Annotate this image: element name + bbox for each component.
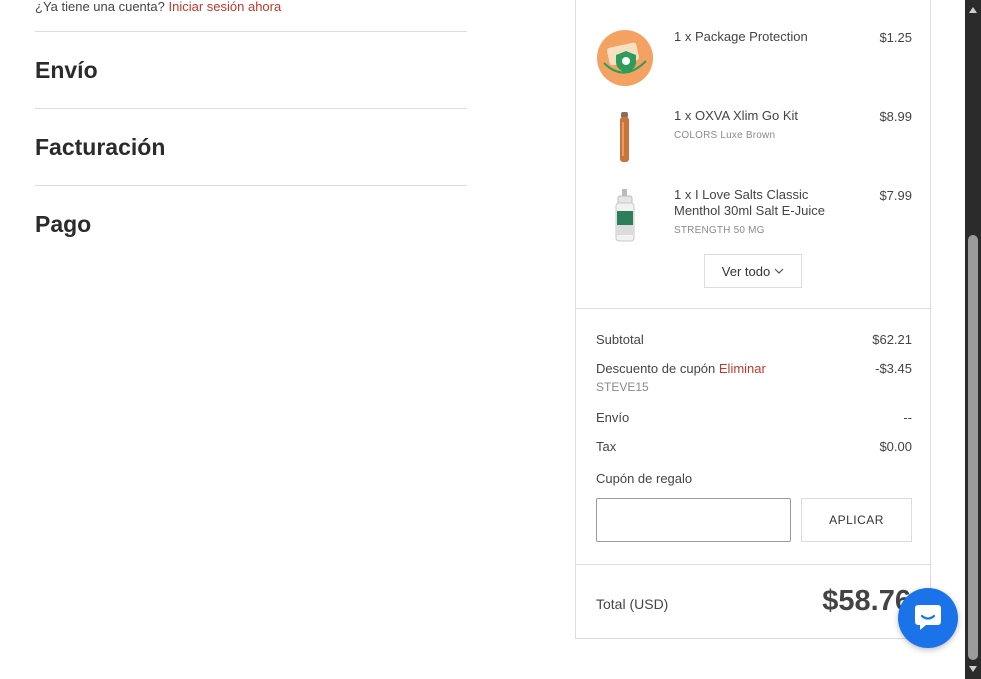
divider	[576, 564, 930, 565]
coupon-code: STEVE15	[596, 380, 649, 394]
item-name: 1 x I Love Salts Classic Menthol 30ml Sa…	[674, 187, 844, 239]
tax-value: $0.00	[879, 439, 912, 454]
scroll-down-arrow-icon[interactable]	[965, 661, 981, 677]
subtotal-label: Subtotal	[596, 332, 644, 347]
apply-coupon-button[interactable]: APLICAR	[801, 498, 912, 542]
divider	[576, 308, 930, 309]
gift-coupon-label: Cupón de regalo	[596, 471, 693, 486]
section-title-payment: Pago	[35, 210, 92, 237]
chat-button[interactable]	[898, 588, 958, 648]
item-variant: COLORS Luxe Brown	[674, 130, 776, 141]
section-payment[interactable]: Pago	[35, 186, 467, 262]
item-name: 1 x Package Protection	[674, 29, 808, 44]
remove-coupon-link[interactable]: Eliminar	[719, 361, 766, 376]
package-protection-icon	[596, 29, 654, 87]
subtotal-row: Subtotal $62.21	[596, 332, 912, 347]
section-title-billing: Facturación	[35, 133, 166, 160]
shipping-label: Envío	[596, 410, 630, 425]
view-all-label: Ver todo	[721, 263, 771, 279]
login-link[interactable]: Iniciar sesión ahora	[168, 0, 281, 14]
item-price: $7.99	[879, 188, 912, 203]
item-name-text: 1 x OXVA Xlim Go Kit	[674, 108, 799, 123]
view-all-button[interactable]: Ver todo	[704, 254, 802, 288]
chevron-down-icon	[774, 264, 784, 279]
shipping-row: Envío --	[596, 410, 912, 425]
scrollbar[interactable]	[965, 0, 981, 679]
section-billing[interactable]: Facturación	[35, 109, 467, 186]
item-name: 1 x OXVA Xlim Go Kit COLORS Luxe Brown	[674, 108, 844, 144]
shipping-value: --	[903, 410, 912, 425]
scrollbar-thumb[interactable]	[968, 235, 978, 660]
item-variant: STRENGTH 50 MG	[674, 225, 765, 236]
section-title-shipping: Envío	[35, 56, 98, 83]
item-price: $8.99	[879, 109, 912, 124]
tax-row: Tax $0.00	[596, 439, 912, 454]
order-summary-panel: 1 x Package Protection $1.25 1 x OXVA Xl…	[575, 0, 931, 639]
section-shipping[interactable]: Envío	[35, 32, 467, 109]
e-juice-bottle-icon	[596, 187, 654, 245]
total-label: Total (USD)	[596, 596, 669, 612]
chat-bubble-icon	[913, 601, 943, 636]
scroll-up-arrow-icon[interactable]	[965, 2, 981, 18]
tax-label: Tax	[596, 439, 617, 454]
login-prompt: ¿Ya tiene una cuenta? Iniciar sesión aho…	[35, 0, 467, 32]
item-name-text: 1 x I Love Salts Classic Menthol 30ml Sa…	[674, 187, 826, 218]
subtotal-value: $62.21	[872, 332, 912, 347]
checkout-steps: ¿Ya tiene una cuenta? Iniciar sesión aho…	[35, 0, 467, 262]
vape-pod-icon	[596, 108, 654, 166]
gift-coupon-input[interactable]	[596, 498, 791, 542]
login-prompt-text: ¿Ya tiene una cuenta?	[35, 0, 165, 14]
discount-row: Descuento de cupón Eliminar STEVE15 -$3.…	[596, 361, 912, 394]
discount-label: Descuento de cupón	[596, 361, 716, 376]
item-price: $1.25	[879, 30, 912, 45]
discount-value: -$3.45	[875, 361, 912, 376]
